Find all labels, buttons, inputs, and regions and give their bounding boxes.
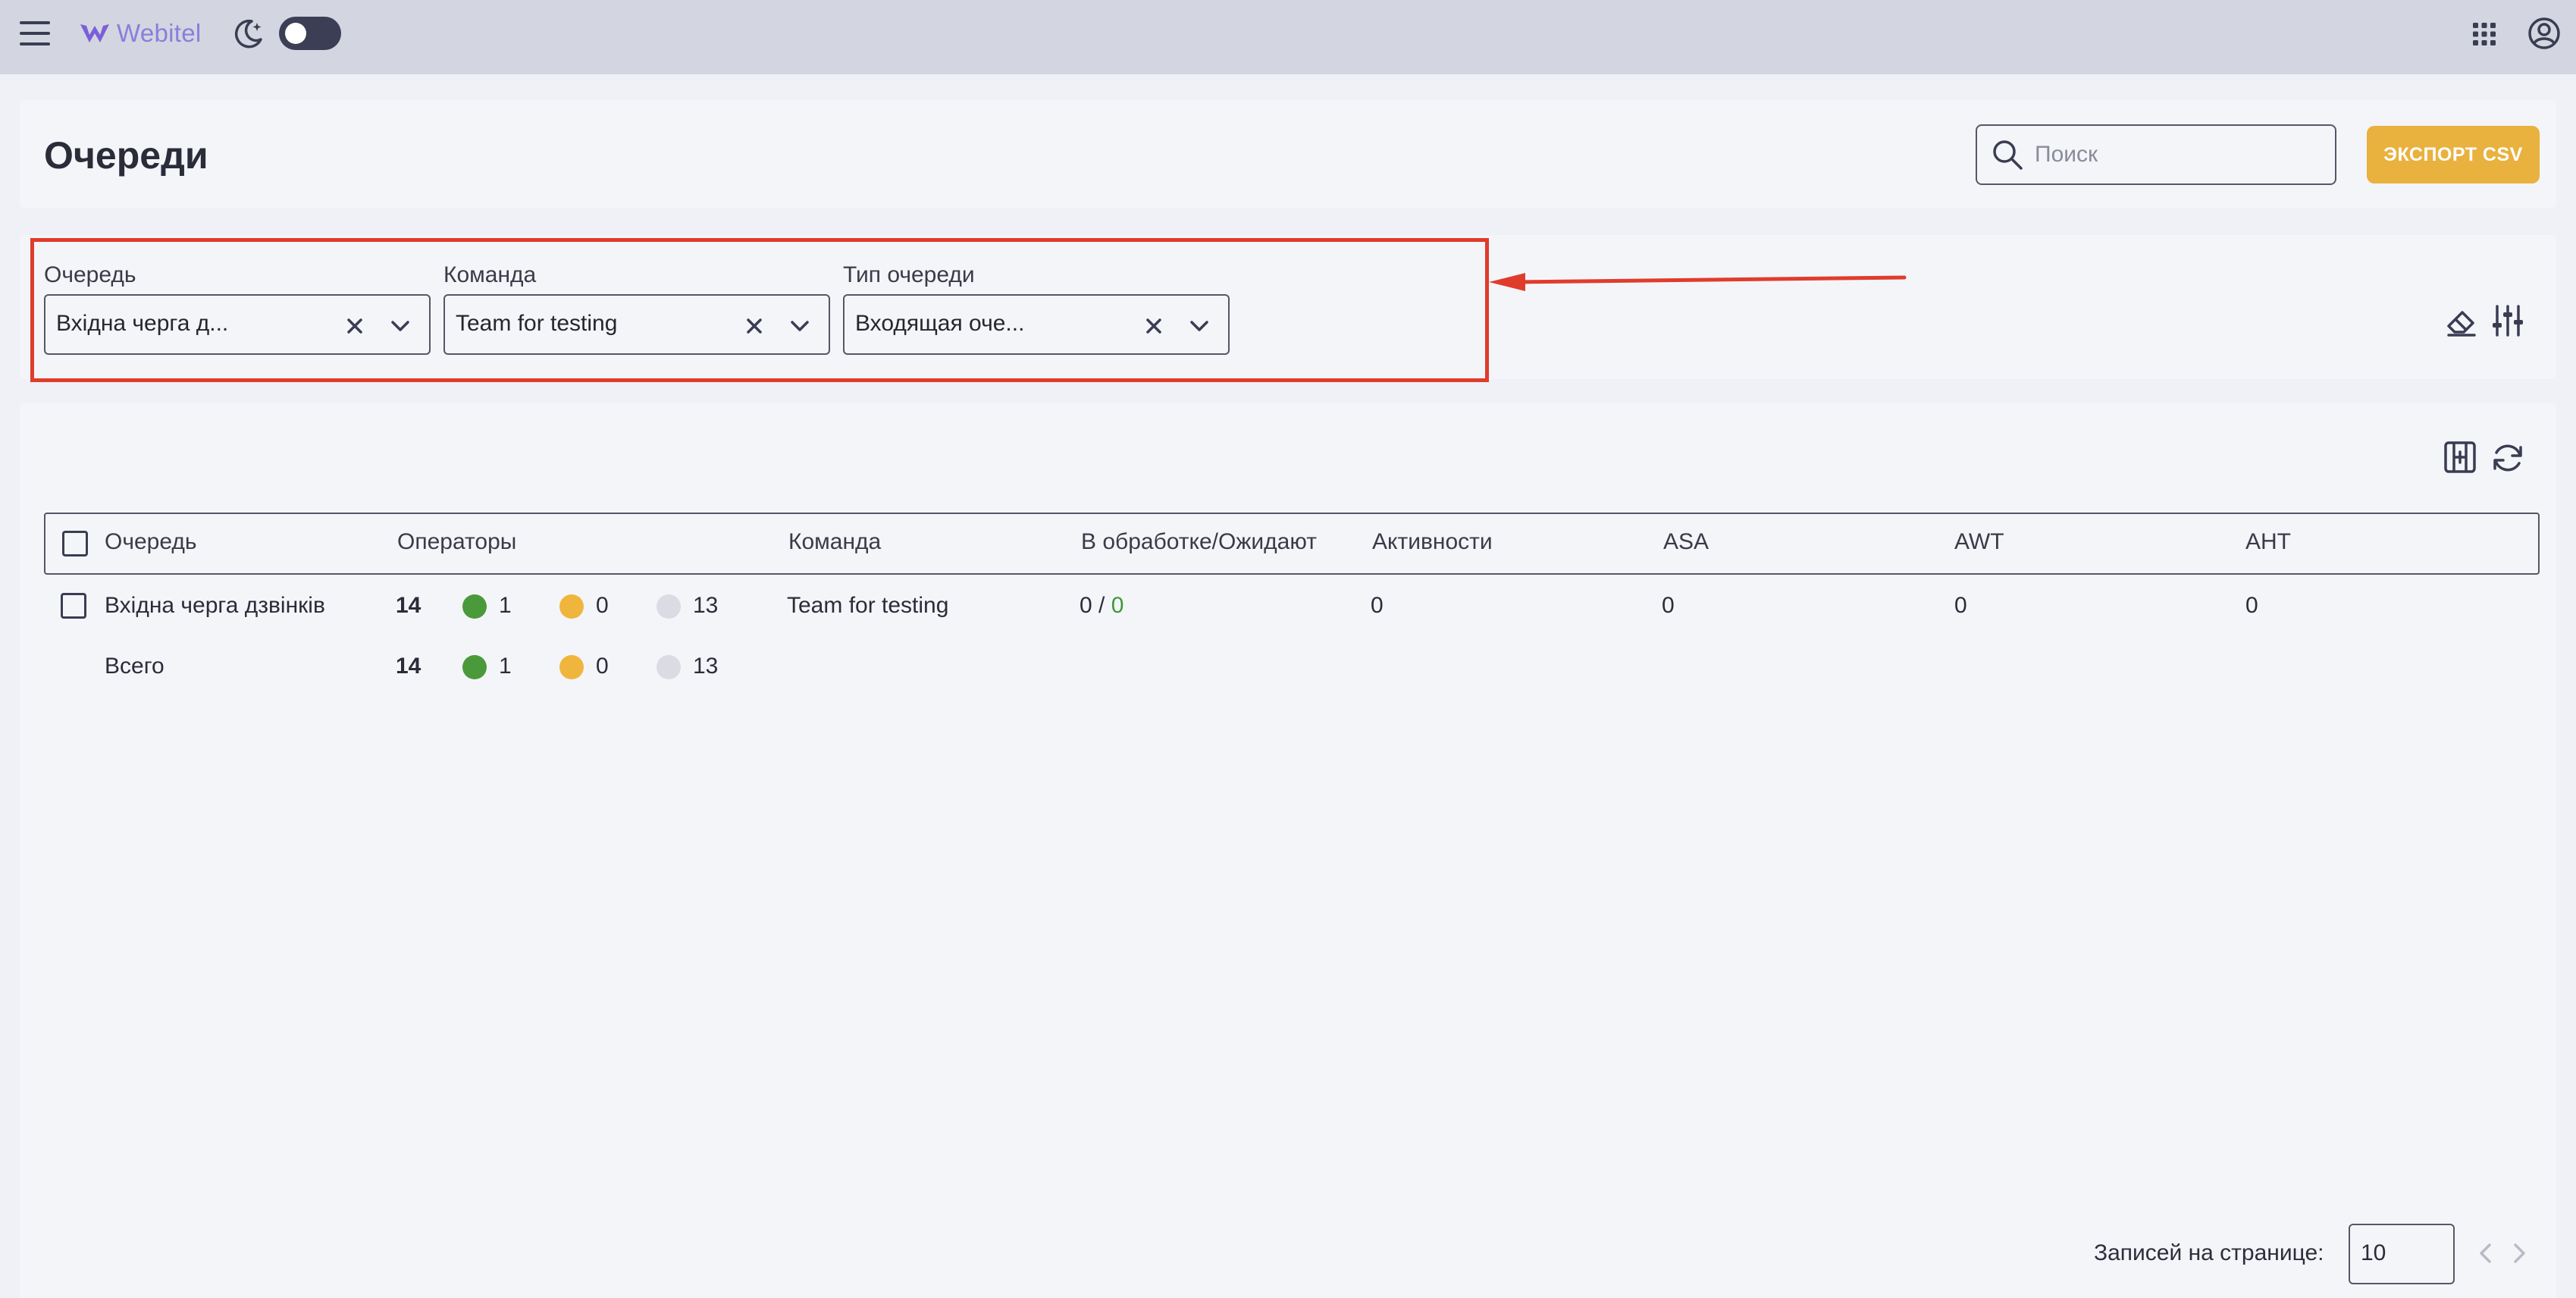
annotation-arrow-icon (1489, 273, 1907, 291)
per-page-input[interactable]: 10 (2349, 1224, 2455, 1284)
row-processing-waiting: 0 / 0 (1080, 593, 1123, 619)
page-title: Очереди (44, 134, 208, 177)
total-agents-offline: 13 (693, 654, 719, 679)
webitel-logo-mark-icon (80, 24, 109, 42)
total-agents: 14 (396, 654, 421, 679)
row-waiting: 0 (1111, 593, 1124, 618)
row-agents-online: 1 (499, 593, 512, 618)
menu-icon[interactable] (20, 18, 55, 49)
total-label: Всего (105, 654, 165, 679)
column-header-awt[interactable]: AWT (1954, 529, 2004, 555)
column-header-team[interactable]: Команда (788, 529, 881, 555)
column-header-aht[interactable]: AHT (2245, 529, 2291, 555)
apps-grid-icon[interactable] (2471, 21, 2497, 47)
eraser-icon[interactable] (2444, 303, 2479, 338)
logo-text: Webitel (117, 19, 202, 47)
row-aht: 0 (2245, 593, 2258, 618)
webitel-logo[interactable]: Webitel (79, 18, 202, 49)
pause-status-dot (559, 655, 584, 679)
row-queue-name[interactable]: Вхідна черга дзвінків (105, 593, 325, 619)
row-checkbox[interactable] (61, 593, 86, 619)
offline-status-dot (657, 655, 681, 679)
highlight-box (30, 238, 1489, 382)
moon-icon (234, 19, 262, 49)
column-header-agents[interactable]: Операторы (397, 529, 516, 555)
total-agents-online: 1 (499, 654, 512, 679)
chevron-right-icon[interactable] (2509, 1240, 2531, 1266)
online-status-dot (462, 594, 487, 619)
export-csv-button[interactable]: ЭКСПОРТ CSV (2367, 126, 2540, 183)
offline-status-dot (657, 594, 681, 619)
column-header-activity[interactable]: Активности (1372, 529, 1493, 555)
search-field[interactable] (1976, 124, 2336, 185)
chevron-left-icon[interactable] (2474, 1240, 2496, 1266)
column-header-asa[interactable]: ASA (1663, 529, 1709, 555)
row-separator: / (1098, 593, 1105, 618)
toggle-knob (285, 23, 306, 44)
column-header-processing-waiting[interactable]: В обработке/Ожидают (1081, 529, 1317, 555)
row-agents-offline: 13 (693, 593, 719, 618)
row-activity: 0 (1371, 593, 1384, 618)
refresh-icon[interactable] (2490, 440, 2526, 476)
row-processing: 0 (1080, 593, 1092, 618)
column-header-queue[interactable]: Очередь (105, 529, 197, 555)
top-bar: Webitel (0, 0, 2576, 74)
row-awt: 0 (1954, 593, 1967, 618)
total-agents-pause: 0 (596, 654, 609, 679)
row-asa: 0 (1662, 593, 1675, 618)
pause-status-dot (559, 594, 584, 619)
select-all-checkbox[interactable] (62, 531, 88, 557)
columns-settings-icon[interactable] (2443, 440, 2477, 475)
per-page-label: Записей на странице: (2094, 1240, 2324, 1265)
user-account-icon[interactable] (2527, 17, 2561, 50)
row-agents-total: 14 (396, 593, 421, 618)
row-agents-pause: 0 (596, 593, 609, 618)
theme-toggle[interactable] (279, 17, 341, 50)
search-icon (1993, 140, 2023, 170)
online-status-dot (462, 655, 487, 679)
search-input[interactable] (2035, 142, 2323, 168)
filter-settings-icon[interactable] (2491, 303, 2524, 338)
row-team: Team for testing (787, 593, 949, 618)
